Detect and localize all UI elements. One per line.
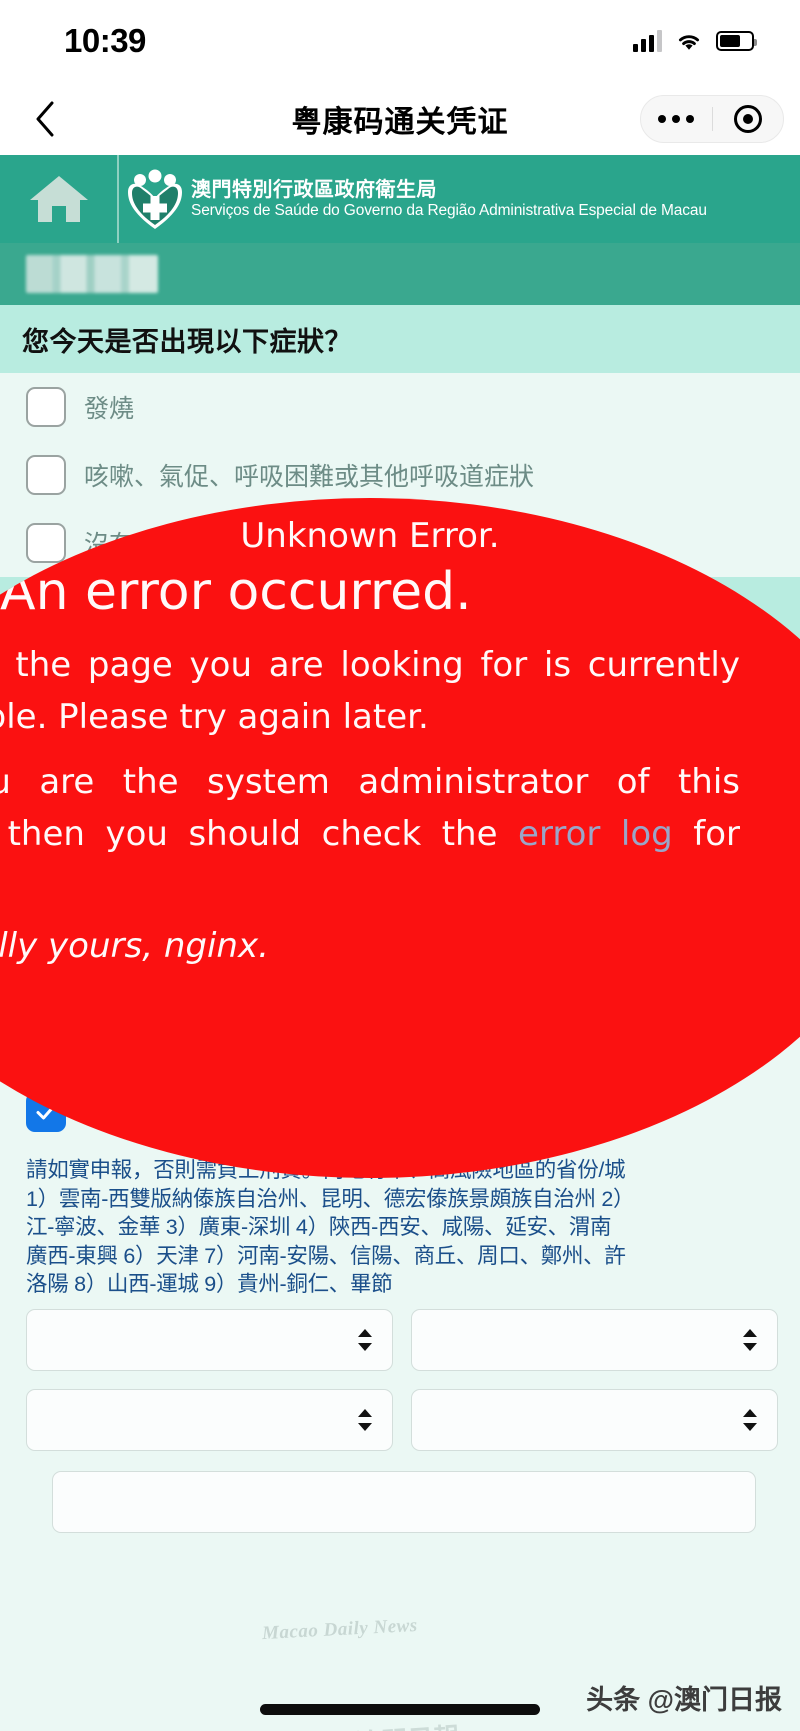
battery-icon bbox=[716, 31, 757, 51]
health-shield-icon bbox=[128, 169, 182, 229]
org-header: 澳門特別行政區政府衛生局 Serviços de Saúde do Govern… bbox=[0, 155, 800, 243]
home-icon bbox=[29, 176, 88, 222]
province-dropdown-3[interactable] bbox=[52, 1470, 756, 1533]
checkbox-checked-icon[interactable] bbox=[26, 1092, 66, 1132]
phone-screen: 10:39 粤康码通关凭证 澳門特別行政區政府衛生局 Serviços de S… bbox=[0, 0, 800, 1731]
option-label: 內地 bbox=[84, 1100, 135, 1128]
org-name-pt: Serviços de Saúde do Governo da Região A… bbox=[191, 201, 707, 219]
city-dropdown-1[interactable] bbox=[411, 1308, 778, 1371]
checkbox-unchecked-icon[interactable] bbox=[26, 523, 66, 563]
option-label: 澳門 bbox=[84, 964, 135, 992]
stepper-updown-icon bbox=[356, 1407, 374, 1433]
symptom-option-none[interactable]: 沒有以上症狀 bbox=[0, 509, 800, 577]
cellular-signal-icon bbox=[633, 30, 662, 52]
checkbox-unchecked-icon[interactable] bbox=[26, 387, 66, 427]
notice-line: 1）雲南-西雙版納傣族自治州、昆明、德宏傣族景頗族自治州 2） bbox=[26, 1186, 635, 1211]
checkbox-unchecked-icon[interactable] bbox=[26, 455, 66, 495]
form-body: 您今天是否出現以下症狀？ 發燒 咳嗽、氣促、呼吸困難或其他呼吸道症狀 沒有以上症… bbox=[0, 243, 800, 1731]
location-dropdown-grid bbox=[0, 1305, 800, 1533]
province-dropdown-2[interactable] bbox=[26, 1388, 393, 1451]
travel-option-mainland[interactable]: 內地 bbox=[0, 1078, 800, 1146]
symptom-option-fever[interactable]: 發燒 bbox=[0, 373, 800, 441]
notice-line: 請如實申報，否則需負上刑責。內地有中、高風險地區的省份/城 bbox=[26, 1158, 626, 1182]
contact-question-band: 您在過去14天內有否接觸新型冠狀病毒肺炎確診病人？ bbox=[0, 577, 800, 645]
more-dots-icon bbox=[658, 114, 695, 123]
option-label: 沒有以上症狀 bbox=[84, 531, 235, 559]
status-icons bbox=[633, 30, 757, 52]
org-logo bbox=[119, 155, 191, 243]
option-label: 香港(不包括12月19日管制站投票站） bbox=[84, 1032, 498, 1060]
contact-option-no[interactable]: 否 bbox=[0, 713, 800, 781]
watermark-stamp: @澳門日報 bbox=[329, 1717, 461, 1731]
checkbox-checked-icon[interactable] bbox=[26, 956, 66, 996]
city-dropdown-2[interactable] bbox=[411, 1388, 778, 1451]
symptom-question-label: 您今天是否出現以下症狀？ bbox=[22, 326, 352, 357]
stepper-updown-icon bbox=[356, 1327, 374, 1353]
org-name-block: 澳門特別行政區政府衛生局 Serviços de Saúde do Govern… bbox=[191, 179, 800, 219]
stepper-updown-icon bbox=[741, 1327, 759, 1353]
option-label: 發燒 bbox=[84, 395, 135, 423]
travel-history-title-band: 旅居史 * bbox=[0, 807, 800, 881]
miniprogram-capsule bbox=[640, 94, 784, 143]
contact-option-yes[interactable]: 是 bbox=[0, 645, 800, 713]
watermark-macao-daily: Macao Daily News bbox=[261, 1614, 419, 1645]
province-dropdown-1[interactable] bbox=[26, 1308, 393, 1371]
checkbox-unchecked-icon[interactable] bbox=[26, 727, 66, 767]
wifi-icon bbox=[675, 30, 703, 52]
stepper-updown-icon bbox=[741, 1407, 759, 1433]
checkbox-unchecked-icon[interactable] bbox=[26, 1024, 66, 1064]
required-asterisk: * bbox=[115, 826, 128, 861]
travel-option-hongkong[interactable]: 香港(不包括12月19日管制站投票站） bbox=[0, 1010, 800, 1078]
back-button[interactable] bbox=[22, 96, 68, 142]
travel-question-a: a）您在過去14天曾旅行和居住的地方： bbox=[26, 906, 451, 933]
dropdown-row bbox=[26, 1388, 778, 1451]
target-circle-icon bbox=[733, 104, 762, 133]
status-time: 10:39 bbox=[64, 22, 146, 59]
home-indicator[interactable] bbox=[260, 1704, 540, 1715]
notice-line: 洛陽 8）山西-運城 9）貴州-銅仁、畢節 bbox=[26, 1272, 393, 1297]
travel-option-macau[interactable]: 澳門 bbox=[0, 942, 800, 1010]
chevron-left-icon bbox=[36, 101, 54, 136]
notice-line: 江-寧波、金華 3）廣東-深圳 4）陝西-西安、咸陽、延安、渭南 bbox=[26, 1215, 612, 1240]
org-name-cn: 澳門特別行政區政府衛生局 bbox=[191, 179, 437, 202]
option-label: 否 bbox=[84, 735, 110, 763]
status-bar: 10:39 bbox=[0, 0, 800, 82]
risk-area-notice: 請如實申報，否則需負上刑責。內地有中、高風險地區的省份/城 1）雲南-西雙版納傣… bbox=[0, 1146, 800, 1305]
redacted-name bbox=[26, 255, 158, 293]
notice-line: 廣西-東興 6）天津 7）河南-安陽、信陽、商丘、周口、鄭州、許 bbox=[26, 1243, 626, 1268]
symptom-question-band: 您今天是否出現以下症狀？ bbox=[0, 305, 800, 373]
home-button[interactable] bbox=[0, 155, 119, 243]
close-button[interactable] bbox=[713, 96, 784, 142]
more-button[interactable] bbox=[641, 96, 712, 142]
option-label: 咳嗽、氣促、呼吸困難或其他呼吸道症狀 bbox=[84, 463, 535, 491]
contact-question-label: 您在過去14天內有否接觸新型冠狀病毒肺炎確診病人？ bbox=[22, 598, 686, 629]
user-name-band bbox=[0, 243, 800, 305]
symptom-option-cough[interactable]: 咳嗽、氣促、呼吸困難或其他呼吸道症狀 bbox=[0, 441, 800, 509]
nav-bar: 粤康码通关凭证 bbox=[0, 82, 800, 155]
option-label: 是 bbox=[84, 667, 110, 695]
dropdown-row bbox=[26, 1308, 778, 1371]
travel-history-title: 旅居史 bbox=[22, 829, 115, 865]
checkbox-unchecked-icon[interactable] bbox=[26, 659, 66, 699]
